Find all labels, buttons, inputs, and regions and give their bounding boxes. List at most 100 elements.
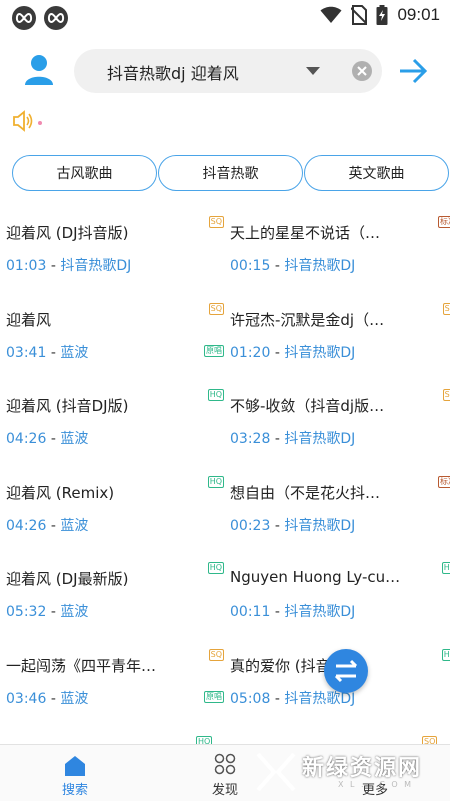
meta-separator: - [50, 258, 56, 274]
song-meta: 01:03 - 抖音热歌DJ [6, 255, 131, 275]
song-artist: 蓝波 [60, 344, 89, 361]
tab-category-3[interactable]: 英文歌曲 [304, 155, 449, 191]
chevron-down-icon[interactable] [306, 67, 320, 75]
search-input[interactable]: 抖音热歌dj 迎着风 [107, 60, 239, 84]
song-title: 一起闯荡《四平青年… [6, 656, 157, 675]
tab-category-1[interactable]: 古风歌曲 [12, 155, 157, 191]
song-artist: 抖音热歌DJ [284, 604, 356, 620]
clock: 09:01 [397, 5, 440, 24]
song-artist: 蓝波 [60, 517, 89, 534]
watermark-title: 新绿资源网 [302, 756, 423, 781]
search-box[interactable]: 抖音热歌dj 迎着风 [74, 49, 382, 93]
status-bar: 09:01 [0, 0, 450, 34]
song-duration: 04:26 [6, 431, 47, 447]
status-notifications [12, 6, 68, 30]
speaker-icon[interactable] [12, 110, 42, 132]
song-item[interactable]: Nguyen Huong Ly-cu… 00:11 - 抖音热歌DJ HQ [230, 560, 450, 640]
quality-badge: 原唱 [204, 344, 224, 357]
song-duration: 04:26 [6, 517, 47, 534]
song-title: 不够-收敛（抖音dj版… [230, 397, 385, 415]
status-indicators: 09:01 [320, 5, 440, 25]
user-avatar-icon[interactable] [24, 54, 54, 86]
song-title: 天上的星星不说话（… [230, 224, 381, 242]
song-title: 迎着风 (DJ抖音版) [6, 224, 129, 242]
wifi-icon [320, 6, 342, 23]
song-duration: 00:11 [230, 604, 271, 620]
clear-icon[interactable] [352, 61, 372, 81]
song-meta: 00:23 - 抖音热歌DJ [230, 515, 355, 535]
category-tabs: 古风歌曲 抖音热歌 英文歌曲 [0, 155, 450, 193]
song-duration: 00:23 [230, 517, 271, 534]
quality-badge: HQ [207, 562, 224, 574]
quality-badge: 原唱 [204, 690, 224, 703]
song-meta: 04:26 - 蓝波 [6, 428, 88, 448]
song-title: 迎着风 (抖音DJ版) [6, 397, 129, 415]
song-item[interactable]: 迎着风 (抖音DJ版) 04:26 - 蓝波 HQ [6, 387, 226, 467]
song-artist: 抖音热歌DJ [284, 258, 356, 274]
meta-separator: - [50, 431, 56, 447]
song-item[interactable]: 不够-收敛（抖音dj版… 03:28 - 抖音热歌DJ SQ [230, 387, 450, 467]
song-title: 真的爱你 (抖音 [230, 656, 331, 675]
song-meta: 03:28 - 抖音热歌DJ [230, 428, 355, 448]
song-title: Nguyen Huong Ly-cu… [230, 568, 401, 586]
meta-separator: - [50, 344, 56, 361]
song-meta: 00:15 - 抖音热歌DJ [230, 255, 355, 275]
song-meta: 03:41 - 蓝波 [6, 342, 88, 362]
song-meta: 04:26 - 蓝波 [6, 515, 88, 535]
meta-separator: - [50, 517, 56, 534]
song-item[interactable]: 许冠杰-沉默是金dj（… 01:20 - 抖音热歌DJ SQ [230, 301, 450, 381]
song-item[interactable]: 迎着风 (DJ最新版) 05:32 - 蓝波 HQ [6, 560, 226, 640]
song-title: 迎着风 [6, 310, 52, 329]
song-title: 许冠杰-沉默是金dj（… [230, 310, 385, 329]
meta-separator: - [274, 431, 280, 447]
watermark-logo: 新绿资源网 X L ... C O M [252, 744, 440, 800]
song-item[interactable]: 迎着风 (DJ抖音版) 01:03 - 抖音热歌DJ SQ [6, 214, 226, 294]
song-meta: 01:20 - 抖音热歌DJ [230, 342, 355, 362]
song-duration: 01:03 [6, 258, 47, 274]
song-duration: 03:41 [6, 344, 47, 361]
arrow-right-icon[interactable] [398, 56, 428, 86]
song-title: 迎着风 (DJ最新版) [6, 570, 129, 588]
home-icon [65, 756, 85, 776]
song-meta: 05:32 - 蓝波 [6, 601, 88, 621]
watermark-sub: X L ... C O M [338, 780, 414, 789]
song-duration: 03:28 [230, 431, 271, 447]
infinity-app-icon [44, 6, 68, 30]
song-item[interactable]: 迎着风 (Remix) 04:26 - 蓝波 HQ [6, 474, 226, 554]
tab-category-2[interactable]: 抖音热歌 [158, 155, 303, 191]
song-item[interactable]: 想自由（不是花火抖… 00:23 - 抖音热歌DJ 标准 [230, 474, 450, 554]
quality-badge: 标准 [438, 216, 450, 228]
nav-search[interactable]: 搜索 [25, 745, 125, 801]
song-grid: 迎着风 (DJ抖音版) 01:03 - 抖音热歌DJ SQ 天上的星星不说话（… 00:… [0, 214, 450, 748]
infinity-app-icon [12, 6, 36, 30]
meta-separator: - [274, 517, 280, 534]
song-item[interactable]: 天上的星星不说话（… 00:15 - 抖音热歌DJ 标准 [230, 214, 450, 294]
song-duration: 01:20 [230, 344, 271, 361]
song-meta: 03:46 - 蓝波 [6, 688, 88, 708]
grid-icon [214, 753, 236, 775]
song-artist: 蓝波 [60, 604, 89, 620]
battery-charging-icon [376, 5, 388, 25]
song-meta: 00:11 - 抖音热歌DJ [230, 601, 355, 621]
song-artist: 抖音热歌DJ [284, 344, 356, 361]
song-artist: 抖音热歌DJ [284, 517, 356, 534]
meta-separator: - [274, 344, 280, 361]
song-artist: 抖音热歌DJ [60, 258, 132, 274]
meta-separator: - [50, 604, 56, 620]
song-duration: 00:15 [230, 258, 271, 274]
quality-badge: SQ [442, 389, 450, 401]
no-sim-icon [351, 5, 368, 25]
meta-separator: - [274, 604, 280, 620]
nav-label: 搜索 [61, 783, 88, 798]
song-item[interactable]: 一起闯荡《四平青年… 03:46 - 蓝波 SQ 原唱 [6, 647, 226, 727]
quality-badge: HQ [207, 475, 224, 488]
quality-badge: SQ [442, 302, 450, 315]
swap-button[interactable] [324, 649, 368, 693]
quality-badge: SQ [208, 216, 224, 228]
meta-separator: - [274, 690, 280, 707]
meta-separator: - [50, 690, 56, 707]
quality-badge: HQ [441, 562, 450, 574]
song-title: 想自由（不是花火抖… [230, 483, 381, 502]
quality-badge: HQ [441, 648, 450, 661]
song-item[interactable]: 迎着风 03:41 - 蓝波 SQ 原唱 [6, 301, 226, 381]
